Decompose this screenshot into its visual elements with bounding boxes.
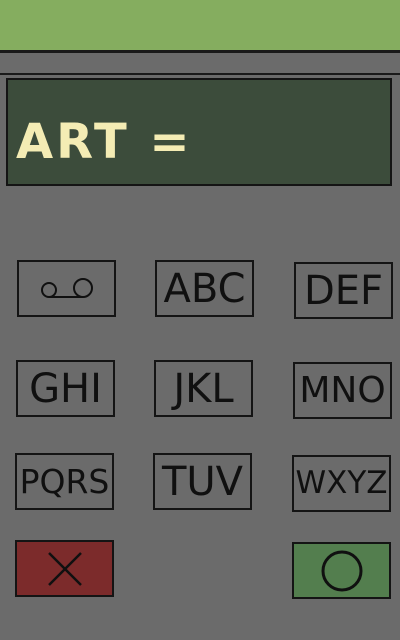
key-tuv-label: TUV xyxy=(161,458,244,505)
voicemail-key[interactable] xyxy=(17,260,116,317)
key-wxyz[interactable]: WXYZ xyxy=(292,455,391,512)
key-abc[interactable]: ABC xyxy=(155,260,254,317)
text-display: ART = xyxy=(6,78,392,186)
key-pqrs-label: PQRS xyxy=(19,462,110,501)
key-ghi-label: GHI xyxy=(29,365,102,412)
key-wxyz-label: WXYZ xyxy=(295,465,388,501)
voicemail-icon xyxy=(40,277,93,298)
key-ghi[interactable]: GHI xyxy=(16,360,115,417)
key-def[interactable]: DEF xyxy=(294,262,393,319)
top-bar xyxy=(0,0,400,53)
key-mno[interactable]: MNO xyxy=(293,362,392,419)
key-mno-label: MNO xyxy=(299,369,386,411)
key-def-label: DEF xyxy=(303,267,384,314)
key-tuv[interactable]: TUV xyxy=(153,453,252,510)
display-text: ART = xyxy=(16,114,193,170)
key-pqrs[interactable]: PQRS xyxy=(15,453,114,510)
cancel-button[interactable] xyxy=(15,540,114,597)
key-jkl-label: JKL xyxy=(173,365,234,412)
key-jkl[interactable]: JKL xyxy=(154,360,253,417)
close-icon xyxy=(47,551,82,586)
confirm-button[interactable] xyxy=(292,542,391,599)
circle-icon xyxy=(321,550,362,591)
key-abc-label: ABC xyxy=(163,265,246,312)
